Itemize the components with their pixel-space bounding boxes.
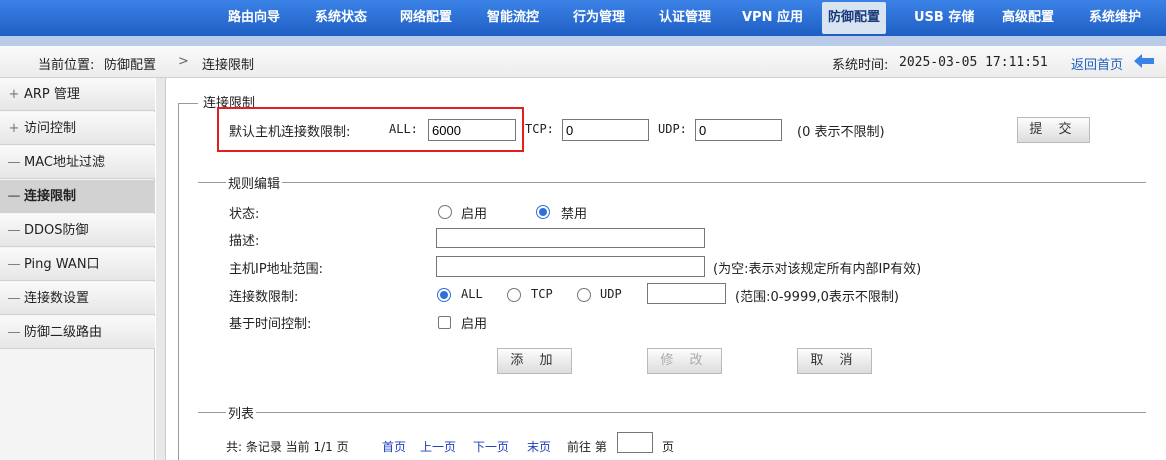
add-button[interactable]: 添 加 (497, 348, 572, 374)
dash-icon: — (7, 291, 21, 306)
nav-usb-storage[interactable]: USB 存储 (908, 0, 980, 36)
first-page-link[interactable]: 首页 (382, 438, 406, 455)
expand-icon: + (8, 121, 20, 136)
nav-flow-control[interactable]: 智能流控 (481, 0, 545, 36)
breadcrumb-prefix: 当前位置: (38, 58, 95, 73)
dash-icon: — (7, 189, 21, 204)
submit-button[interactable]: 提 交 (1017, 117, 1090, 143)
breadcrumb-section: 防御配置 (104, 58, 157, 73)
nav-route-wizard[interactable]: 路由向导 (222, 0, 286, 36)
sidebar-item-label: ARP 管理 (24, 87, 80, 102)
sidebar-item-ddos[interactable]: — DDOS防御 (0, 214, 155, 247)
goto-page-input[interactable] (617, 432, 653, 453)
dash-icon: — (7, 325, 21, 340)
status-disable-label: 禁用 (561, 207, 588, 222)
proto-all-radio[interactable] (437, 288, 451, 302)
modify-button[interactable]: 修 改 (647, 348, 722, 374)
sidebar-item-label: 连接数设置 (24, 291, 90, 306)
status-enable-radio[interactable] (438, 205, 452, 219)
rule-section-divider (198, 182, 1146, 183)
ip-range-label: 主机IP地址范围: (229, 262, 324, 277)
desc-input[interactable] (436, 228, 705, 248)
sidebar-item-label: 连接限制 (24, 189, 77, 204)
breadcrumb-page: 连接限制 (202, 58, 255, 73)
breadcrumb: 当前位置: 防御配置 > 连接限制 系统时间: 2025-03-05 17:11… (0, 46, 1166, 78)
limit-hint: (0 表示不限制) (797, 125, 885, 140)
conn-limit-label: 连接数限制: (229, 290, 299, 305)
sidebar-item-connection-limit[interactable]: — 连接限制 (0, 180, 155, 213)
next-page-link[interactable]: 下一页 (473, 438, 509, 455)
nav-system-maintenance[interactable]: 系统维护 (1083, 0, 1147, 36)
dash-icon: — (7, 257, 21, 272)
fieldset-border-top (178, 103, 198, 104)
goto-label: 前往 第 (567, 440, 607, 454)
list-section-divider (198, 412, 1146, 413)
system-time-label: 系统时间: (832, 58, 889, 73)
nav-vpn[interactable]: VPN 应用 (736, 0, 809, 36)
status-disable-radio[interactable] (536, 205, 550, 219)
list-section-legend: 列表 (226, 403, 257, 422)
rule-section-legend: 规则编辑 (226, 173, 283, 192)
tcp-limit-input[interactable] (562, 119, 649, 141)
status-label: 状态: (229, 207, 260, 222)
conn-limit-input[interactable] (647, 283, 726, 304)
status-enable-label: 启用 (461, 207, 488, 222)
home-link[interactable]: 返回首页 (1071, 54, 1123, 73)
highlight-box (217, 107, 524, 152)
time-control-enable-label: 启用 (461, 317, 488, 332)
udp-label: UDP: (658, 122, 687, 136)
sidebar-item-label: DDOS防御 (24, 223, 89, 238)
ip-range-input[interactable] (436, 256, 705, 277)
sidebar: + ARP 管理 + 访问控制 — MAC地址过滤 — 连接限制 — DDOS防御 — Pi… (0, 78, 155, 460)
cancel-button[interactable]: 取 消 (797, 348, 872, 374)
nav-network-config[interactable]: 网络配置 (394, 0, 458, 36)
sidebar-item-access-control[interactable]: + 访问控制 (0, 112, 155, 145)
nav-auth-mgmt[interactable]: 认证管理 (653, 0, 717, 36)
ip-range-hint: (为空:表示对该规定所有内部IP有效) (713, 262, 922, 277)
nav-defense-config[interactable]: 防御配置 (822, 2, 887, 34)
sidebar-item-connection-settings[interactable]: — 连接数设置 (0, 282, 155, 315)
expand-icon: + (8, 87, 20, 102)
nav-system-status[interactable]: 系统状态 (309, 0, 373, 36)
last-page-link[interactable]: 末页 (527, 438, 551, 455)
sidebar-item-arp[interactable]: + ARP 管理 (0, 78, 155, 111)
list-summary: 共: 条记录 当前 1/1 页 (226, 440, 349, 454)
nav-behavior-mgmt[interactable]: 行为管理 (567, 0, 631, 36)
sidebar-item-ping-wan[interactable]: — Ping WAN口 (0, 248, 155, 281)
dash-icon: — (7, 155, 21, 170)
sidebar-item-mac-filter[interactable]: — MAC地址过滤 (0, 146, 155, 179)
sidebar-item-label: Ping WAN口 (24, 257, 100, 272)
tcp-label: TCP: (525, 122, 554, 136)
system-time-value: 2025-03-05 17:11:51 (899, 55, 1048, 70)
sidebar-item-label: 访问控制 (24, 121, 77, 136)
proto-all-label: ALL (461, 287, 483, 301)
sidebar-item-label: 防御二级路由 (24, 325, 103, 340)
proto-udp-label: UDP (600, 287, 622, 301)
sidebar-splitter[interactable] (156, 78, 166, 460)
conn-limit-hint: (范围:0-9999,0表示不限制) (735, 290, 899, 305)
proto-tcp-radio[interactable] (507, 288, 521, 302)
nav-advanced-config[interactable]: 高级配置 (996, 0, 1060, 36)
back-arrow-icon[interactable] (1134, 54, 1154, 68)
fieldset-border-left (178, 103, 179, 460)
page-suffix: 页 (662, 440, 675, 454)
time-control-checkbox[interactable] (438, 316, 451, 329)
dash-icon: — (7, 223, 21, 238)
breadcrumb-separator: > (178, 54, 189, 69)
top-nav: 路由向导 系统状态 网络配置 智能流控 行为管理 认证管理 VPN 应用 防御配… (0, 0, 1166, 36)
udp-limit-input[interactable] (695, 119, 782, 141)
sidebar-item-label: MAC地址过滤 (24, 155, 105, 170)
proto-tcp-label: TCP (531, 287, 553, 301)
proto-udp-radio[interactable] (577, 288, 591, 302)
time-control-label: 基于时间控制: (229, 317, 312, 332)
desc-label: 描述: (229, 234, 260, 249)
nav-underbar (0, 36, 1166, 46)
sidebar-item-secondary-router[interactable]: — 防御二级路由 (0, 316, 155, 349)
prev-page-link[interactable]: 上一页 (420, 438, 456, 455)
